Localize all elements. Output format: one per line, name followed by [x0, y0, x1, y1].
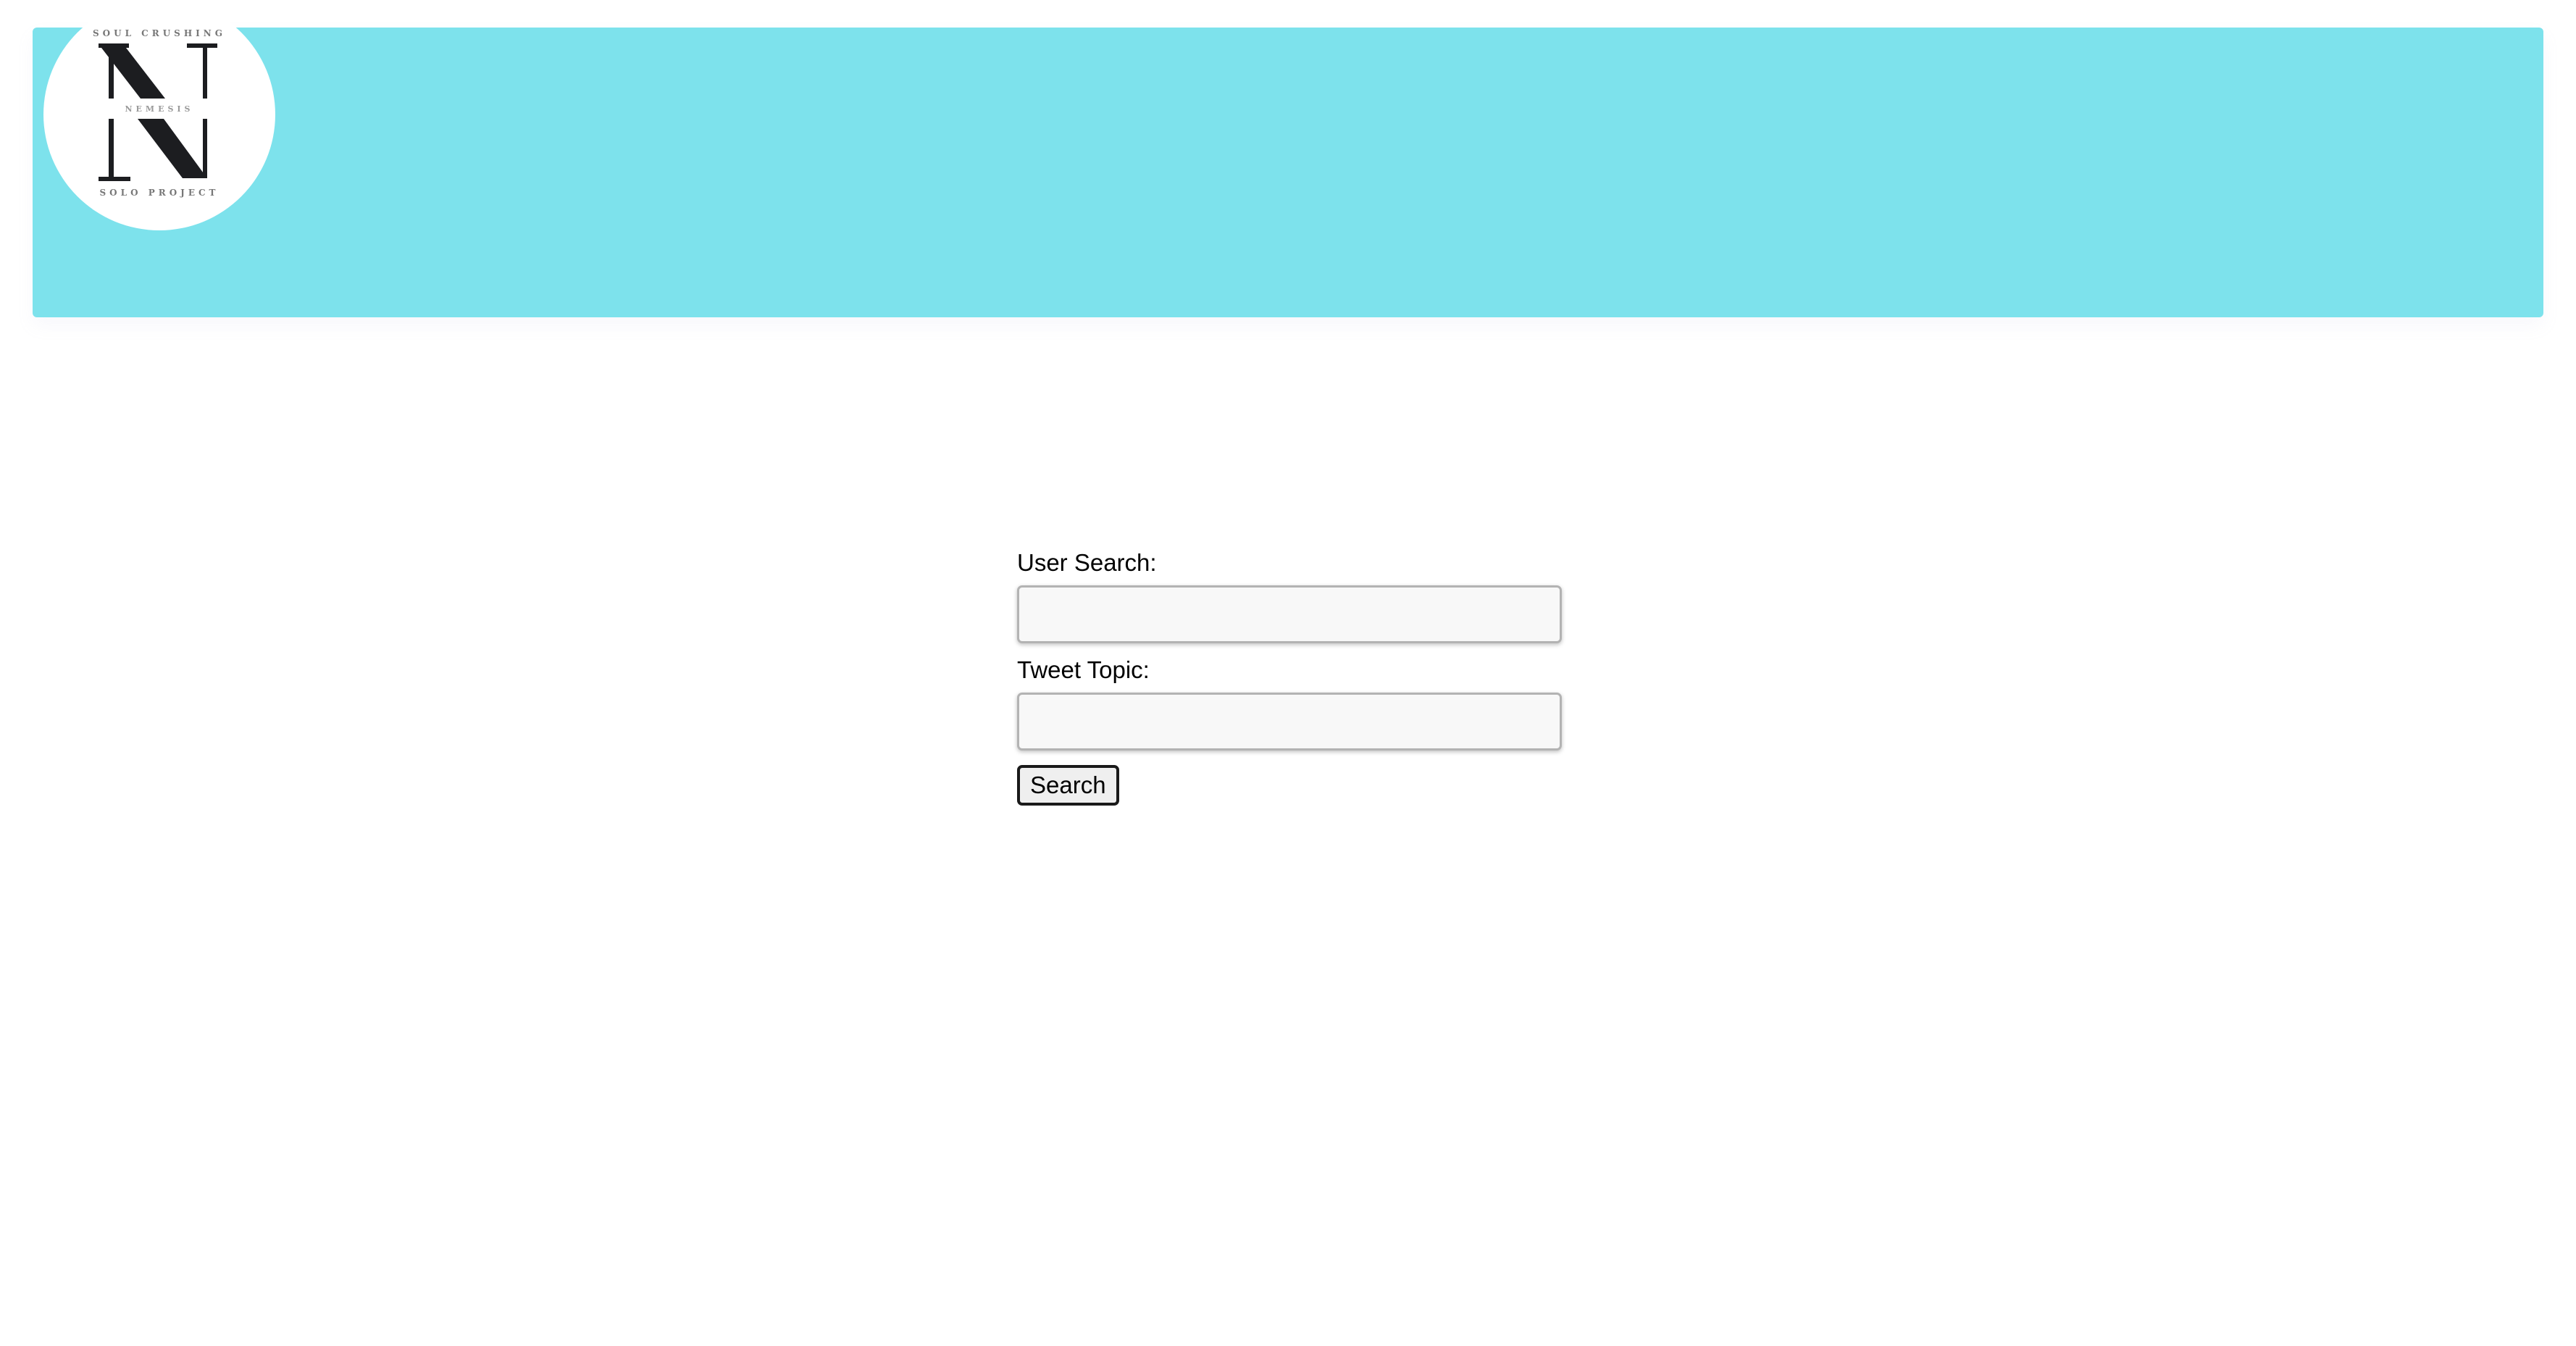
header-banner: SOUL CRUSHING NEMESIS SOLO PROJECT	[33, 0, 2543, 317]
logo-bottom-text: SOLO PROJECT	[99, 188, 219, 198]
tweet-topic-input[interactable]	[1017, 693, 1562, 751]
user-search-label: User Search:	[1017, 549, 1157, 576]
logo-top-text: SOUL CRUSHING	[92, 28, 227, 38]
logo: SOUL CRUSHING NEMESIS SOLO PROJECT	[43, 0, 275, 230]
tweet-topic-label: Tweet Topic:	[1017, 656, 1150, 683]
search-button[interactable]: Search	[1017, 765, 1119, 806]
user-search-input[interactable]	[1017, 585, 1562, 643]
logo-middle-text: NEMESIS	[125, 104, 194, 114]
search-form: User Search: Tweet Topic: Search	[1017, 546, 1568, 806]
